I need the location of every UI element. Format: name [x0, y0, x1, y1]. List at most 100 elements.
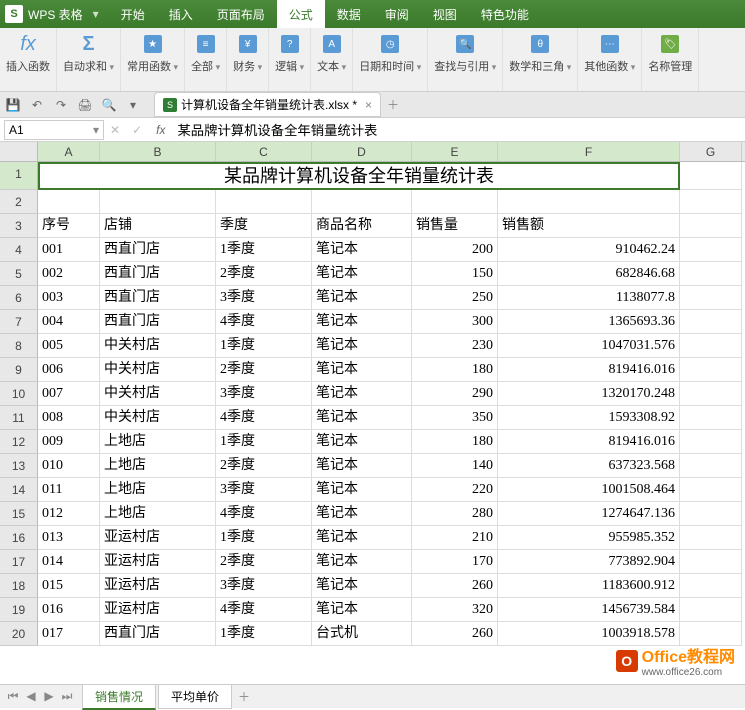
data-cell[interactable]: 011 — [38, 478, 100, 502]
cell[interactable] — [680, 162, 742, 190]
other-fn-button[interactable]: ⋯ 其他函数 — [584, 32, 635, 74]
data-cell[interactable]: 001 — [38, 238, 100, 262]
data-cell[interactable]: 015 — [38, 574, 100, 598]
data-cell[interactable]: 008 — [38, 406, 100, 430]
tab-formula[interactable]: 公式 — [277, 0, 325, 28]
data-cell[interactable]: 180 — [412, 358, 498, 382]
tab-review[interactable]: 审阅 — [373, 0, 421, 28]
row-header[interactable]: 2 — [0, 190, 38, 214]
row-header[interactable]: 8 — [0, 334, 38, 358]
data-cell[interactable]: 笔记本 — [312, 454, 412, 478]
insert-function-button[interactable]: fx 插入函数 — [6, 32, 50, 74]
data-cell[interactable]: 笔记本 — [312, 598, 412, 622]
row-header[interactable]: 7 — [0, 310, 38, 334]
data-cell[interactable]: 2季度 — [216, 358, 312, 382]
data-cell[interactable]: 笔记本 — [312, 334, 412, 358]
header-cell[interactable]: 店铺 — [100, 214, 216, 238]
data-cell[interactable]: 910462.24 — [498, 238, 680, 262]
finance-fn-button[interactable]: ¥ 财务 — [233, 32, 262, 74]
name-box[interactable]: A1 ▾ — [4, 120, 104, 140]
cancel-icon[interactable]: ✕ — [110, 123, 120, 137]
cell[interactable] — [216, 190, 312, 214]
data-cell[interactable]: 260 — [412, 622, 498, 646]
data-cell[interactable]: 230 — [412, 334, 498, 358]
tab-start[interactable]: 开始 — [109, 0, 157, 28]
data-cell[interactable]: 210 — [412, 526, 498, 550]
data-cell[interactable]: 亚运村店 — [100, 574, 216, 598]
sheet-nav-next-icon[interactable]: ▶ — [40, 689, 58, 704]
data-cell[interactable]: 笔记本 — [312, 358, 412, 382]
sheet-nav-prev-icon[interactable]: ◀ — [22, 689, 40, 704]
row-header[interactable]: 18 — [0, 574, 38, 598]
title-cell[interactable]: 某品牌计算机设备全年销量统计表 — [38, 162, 680, 190]
data-cell[interactable] — [680, 526, 742, 550]
data-cell[interactable] — [680, 478, 742, 502]
data-cell[interactable]: 012 — [38, 502, 100, 526]
sheet-tab-active[interactable]: 销售情况 — [82, 684, 156, 710]
data-cell[interactable]: 4季度 — [216, 598, 312, 622]
data-cell[interactable]: 006 — [38, 358, 100, 382]
data-cell[interactable]: 西直门店 — [100, 622, 216, 646]
data-cell[interactable]: 4季度 — [216, 406, 312, 430]
data-cell[interactable]: 2季度 — [216, 262, 312, 286]
data-cell[interactable]: 220 — [412, 478, 498, 502]
row-header[interactable]: 20 — [0, 622, 38, 646]
text-fn-button[interactable]: A 文本 — [317, 32, 346, 74]
data-cell[interactable]: 中关村店 — [100, 382, 216, 406]
data-cell[interactable]: 819416.016 — [498, 358, 680, 382]
data-cell[interactable]: 1001508.464 — [498, 478, 680, 502]
sheet-nav-last-icon[interactable]: ⏭ — [58, 689, 76, 704]
app-menu-dropdown[interactable]: ▾ — [93, 7, 99, 21]
row-header[interactable]: 6 — [0, 286, 38, 310]
data-cell[interactable]: 1274647.136 — [498, 502, 680, 526]
tab-special[interactable]: 特色功能 — [469, 0, 541, 28]
row-header[interactable]: 19 — [0, 598, 38, 622]
tab-layout[interactable]: 页面布局 — [205, 0, 277, 28]
data-cell[interactable]: 150 — [412, 262, 498, 286]
header-cell[interactable]: 季度 — [216, 214, 312, 238]
data-cell[interactable]: 中关村店 — [100, 358, 216, 382]
undo-icon[interactable]: ↶ — [26, 94, 48, 116]
data-cell[interactable]: 140 — [412, 454, 498, 478]
data-cell[interactable]: 682846.68 — [498, 262, 680, 286]
data-cell[interactable]: 280 — [412, 502, 498, 526]
row-header[interactable]: 14 — [0, 478, 38, 502]
header-cell[interactable]: 序号 — [38, 214, 100, 238]
row-header[interactable]: 10 — [0, 382, 38, 406]
close-tab-icon[interactable]: × — [365, 98, 372, 112]
save-icon[interactable]: 💾 — [2, 94, 24, 116]
col-header-E[interactable]: E — [412, 142, 498, 161]
name-box-dropdown-icon[interactable]: ▾ — [93, 123, 99, 137]
data-cell[interactable]: 4季度 — [216, 310, 312, 334]
col-header-A[interactable]: A — [38, 142, 100, 161]
data-cell[interactable]: 1季度 — [216, 430, 312, 454]
data-cell[interactable]: 4季度 — [216, 502, 312, 526]
row-header[interactable]: 11 — [0, 406, 38, 430]
data-cell[interactable]: 010 — [38, 454, 100, 478]
tab-data[interactable]: 数据 — [325, 0, 373, 28]
col-header-B[interactable]: B — [100, 142, 216, 161]
cell[interactable] — [412, 190, 498, 214]
header-cell[interactable]: 销售额 — [498, 214, 680, 238]
data-cell[interactable]: 007 — [38, 382, 100, 406]
header-cell[interactable]: 销售量 — [412, 214, 498, 238]
data-cell[interactable]: 003 — [38, 286, 100, 310]
cell[interactable] — [498, 190, 680, 214]
data-cell[interactable] — [680, 310, 742, 334]
qat-dropdown-icon[interactable]: ▾ — [122, 94, 144, 116]
data-cell[interactable]: 笔记本 — [312, 286, 412, 310]
all-fn-button[interactable]: ≡ 全部 — [191, 32, 220, 74]
data-cell[interactable]: 200 — [412, 238, 498, 262]
data-cell[interactable]: 3季度 — [216, 382, 312, 406]
data-cell[interactable]: 西直门店 — [100, 238, 216, 262]
data-cell[interactable] — [680, 502, 742, 526]
row-header[interactable]: 16 — [0, 526, 38, 550]
row-header[interactable]: 4 — [0, 238, 38, 262]
data-cell[interactable]: 亚运村店 — [100, 550, 216, 574]
lookup-fn-button[interactable]: 🔍 查找与引用 — [434, 32, 496, 74]
data-cell[interactable]: 350 — [412, 406, 498, 430]
print-icon[interactable]: 🖨 — [74, 94, 96, 116]
data-cell[interactable]: 1456739.584 — [498, 598, 680, 622]
logic-fn-button[interactable]: ? 逻辑 — [275, 32, 304, 74]
data-cell[interactable]: 中关村店 — [100, 406, 216, 430]
